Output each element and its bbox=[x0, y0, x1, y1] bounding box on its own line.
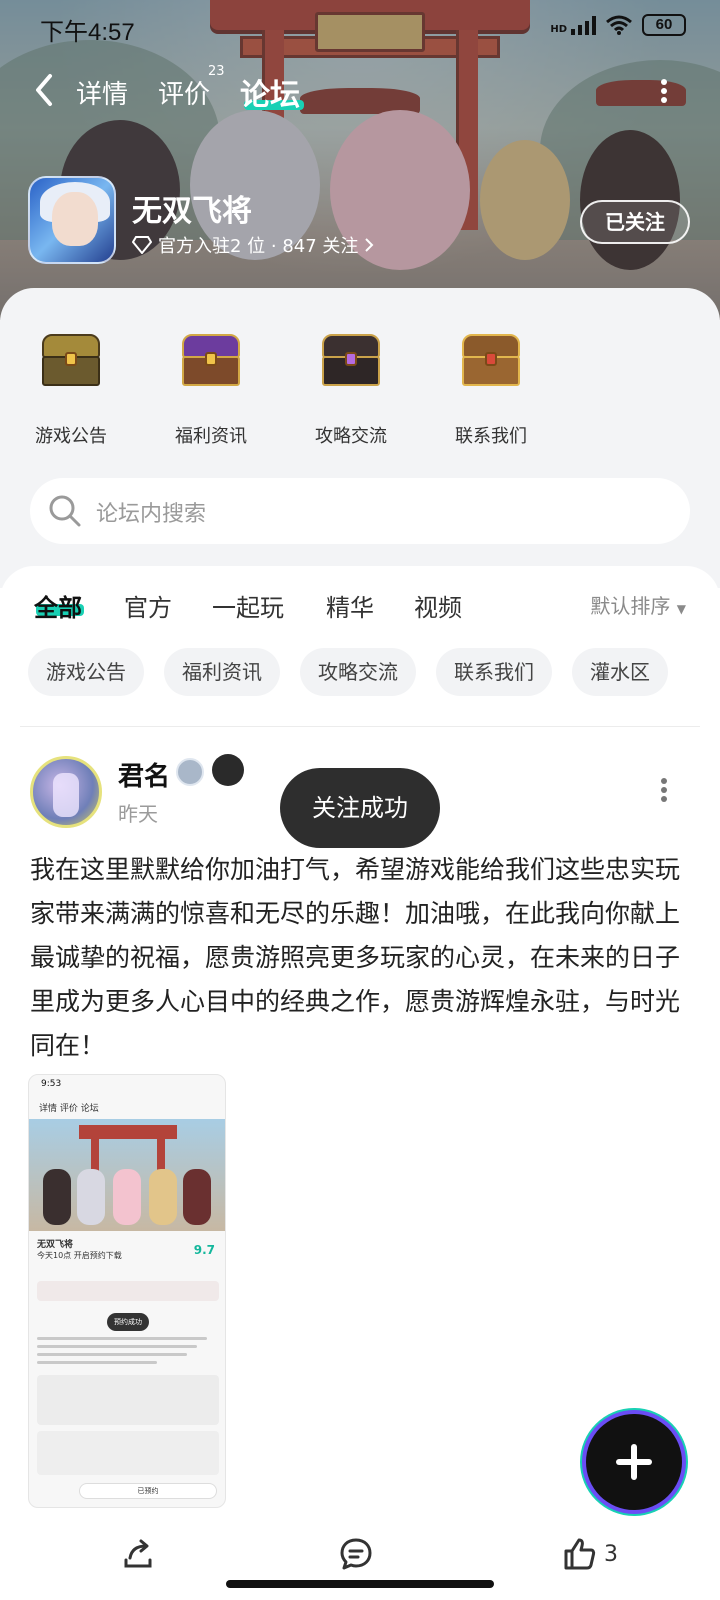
category-game-announcement[interactable]: 游戏公告 bbox=[16, 330, 126, 448]
like-icon[interactable] bbox=[562, 1536, 598, 1572]
category-strategy[interactable]: 攻略交流 bbox=[296, 330, 406, 448]
game-title: 无双飞将 bbox=[132, 194, 252, 229]
thumb-game-name: 无双飞将 bbox=[37, 1240, 74, 1250]
create-post-button[interactable] bbox=[586, 1414, 682, 1510]
game-meta-text: 官方入驻2 位 · 847 关注 bbox=[158, 236, 359, 257]
category-contact-us[interactable]: 联系我们 bbox=[436, 330, 546, 448]
thumb-game-sub: 今天10点 开启预约下载 bbox=[37, 1251, 122, 1260]
filter-tab-play-together[interactable]: 一起玩 bbox=[212, 588, 284, 623]
search-icon bbox=[49, 495, 81, 527]
caret-down-icon: ▼ bbox=[676, 602, 686, 616]
medal-badge-icon bbox=[212, 754, 244, 786]
diamond-icon bbox=[132, 236, 152, 254]
thumb-game-info: 无双飞将 今天10点 开启预约下载 bbox=[37, 1237, 219, 1261]
toast-message: 关注成功 bbox=[280, 768, 440, 848]
reviews-count-badge: 23 bbox=[208, 64, 225, 79]
network-type: HD bbox=[550, 24, 567, 35]
search-input[interactable]: 论坛内搜索 bbox=[96, 496, 206, 528]
post-image[interactable]: 9:53 详情 评价 论坛 无双飞将 今天10点 开启预约下载 9.7 预约成功… bbox=[28, 1074, 226, 1508]
chip-welfare[interactable]: 福利资讯 bbox=[164, 648, 280, 696]
top-nav: 详情 评价 23 论坛 bbox=[0, 60, 720, 120]
chip-chat[interactable]: 灌水区 bbox=[572, 648, 668, 696]
comment-icon[interactable] bbox=[338, 1536, 374, 1572]
gem-chest-icon bbox=[318, 330, 384, 390]
thumb-nav: 详情 评价 论坛 bbox=[39, 1104, 99, 1114]
thumb-card bbox=[37, 1431, 219, 1475]
sort-label: 默认排序 bbox=[590, 594, 671, 618]
thumb-button: 已预约 bbox=[79, 1483, 217, 1499]
thumb-status-time: 9:53 bbox=[41, 1079, 62, 1089]
category-label: 福利资讯 bbox=[175, 426, 247, 447]
home-indicator[interactable] bbox=[226, 1580, 494, 1588]
chip-strategy[interactable]: 攻略交流 bbox=[300, 648, 416, 696]
status-icons: HD 60 bbox=[550, 14, 686, 36]
chip-announcement[interactable]: 游戏公告 bbox=[28, 648, 144, 696]
avatar[interactable] bbox=[30, 756, 102, 828]
thumb-notice bbox=[37, 1281, 219, 1301]
post-time: 昨天 bbox=[118, 802, 158, 826]
follow-button[interactable]: 已关注 bbox=[580, 200, 690, 244]
category-welfare-news[interactable]: 福利资讯 bbox=[156, 330, 266, 448]
level-badge-icon bbox=[176, 758, 204, 786]
post-author[interactable]: 君名 bbox=[118, 756, 170, 793]
forum-search[interactable]: 论坛内搜索 bbox=[30, 478, 690, 544]
like-count: 3 bbox=[604, 1542, 618, 1567]
thumb-banner bbox=[29, 1119, 225, 1231]
category-label: 游戏公告 bbox=[35, 426, 107, 447]
status-bar: 下午4:57 HD 60 bbox=[0, 0, 720, 56]
thumb-score: 9.7 bbox=[193, 1243, 215, 1257]
share-icon[interactable] bbox=[120, 1536, 156, 1572]
chip-contact[interactable]: 联系我们 bbox=[436, 648, 552, 696]
signal-icon: HD bbox=[550, 15, 596, 35]
status-time: 下午4:57 bbox=[40, 19, 135, 46]
treasure-chest-icon bbox=[458, 330, 524, 390]
thumb-card bbox=[37, 1375, 219, 1425]
tab-forum[interactable]: 论坛 bbox=[240, 70, 300, 114]
purple-chest-icon bbox=[178, 330, 244, 390]
post-more-icon[interactable] bbox=[660, 778, 668, 802]
post-body[interactable]: 我在这里默默给你加油打气，希望游戏能给我们这些忠实玩家带来满满的惊喜和无尽的乐趣… bbox=[30, 848, 690, 1068]
filter-tab-all[interactable]: 全部 bbox=[34, 588, 82, 623]
tab-reviews[interactable]: 评价 bbox=[158, 74, 210, 111]
more-options-icon[interactable] bbox=[660, 78, 668, 104]
filter-tab-video[interactable]: 视频 bbox=[414, 588, 462, 623]
divider bbox=[20, 726, 700, 727]
back-arrow-icon[interactable] bbox=[30, 72, 60, 108]
filter-tab-featured[interactable]: 精华 bbox=[326, 588, 374, 623]
gold-chest-icon bbox=[38, 330, 104, 390]
game-meta[interactable]: 官方入驻2 位 · 847 关注 bbox=[132, 232, 374, 258]
game-app-icon[interactable] bbox=[28, 176, 116, 264]
filter-tab-official[interactable]: 官方 bbox=[124, 588, 172, 623]
thumb-toast: 预约成功 bbox=[107, 1313, 149, 1331]
tab-details[interactable]: 详情 bbox=[76, 74, 128, 111]
chevron-right-icon bbox=[365, 238, 374, 252]
wifi-icon bbox=[606, 15, 632, 35]
category-label: 联系我们 bbox=[455, 426, 527, 447]
category-label: 攻略交流 bbox=[315, 426, 387, 447]
battery-icon: 60 bbox=[642, 14, 686, 36]
sort-dropdown[interactable]: 默认排序 ▼ bbox=[590, 590, 686, 619]
